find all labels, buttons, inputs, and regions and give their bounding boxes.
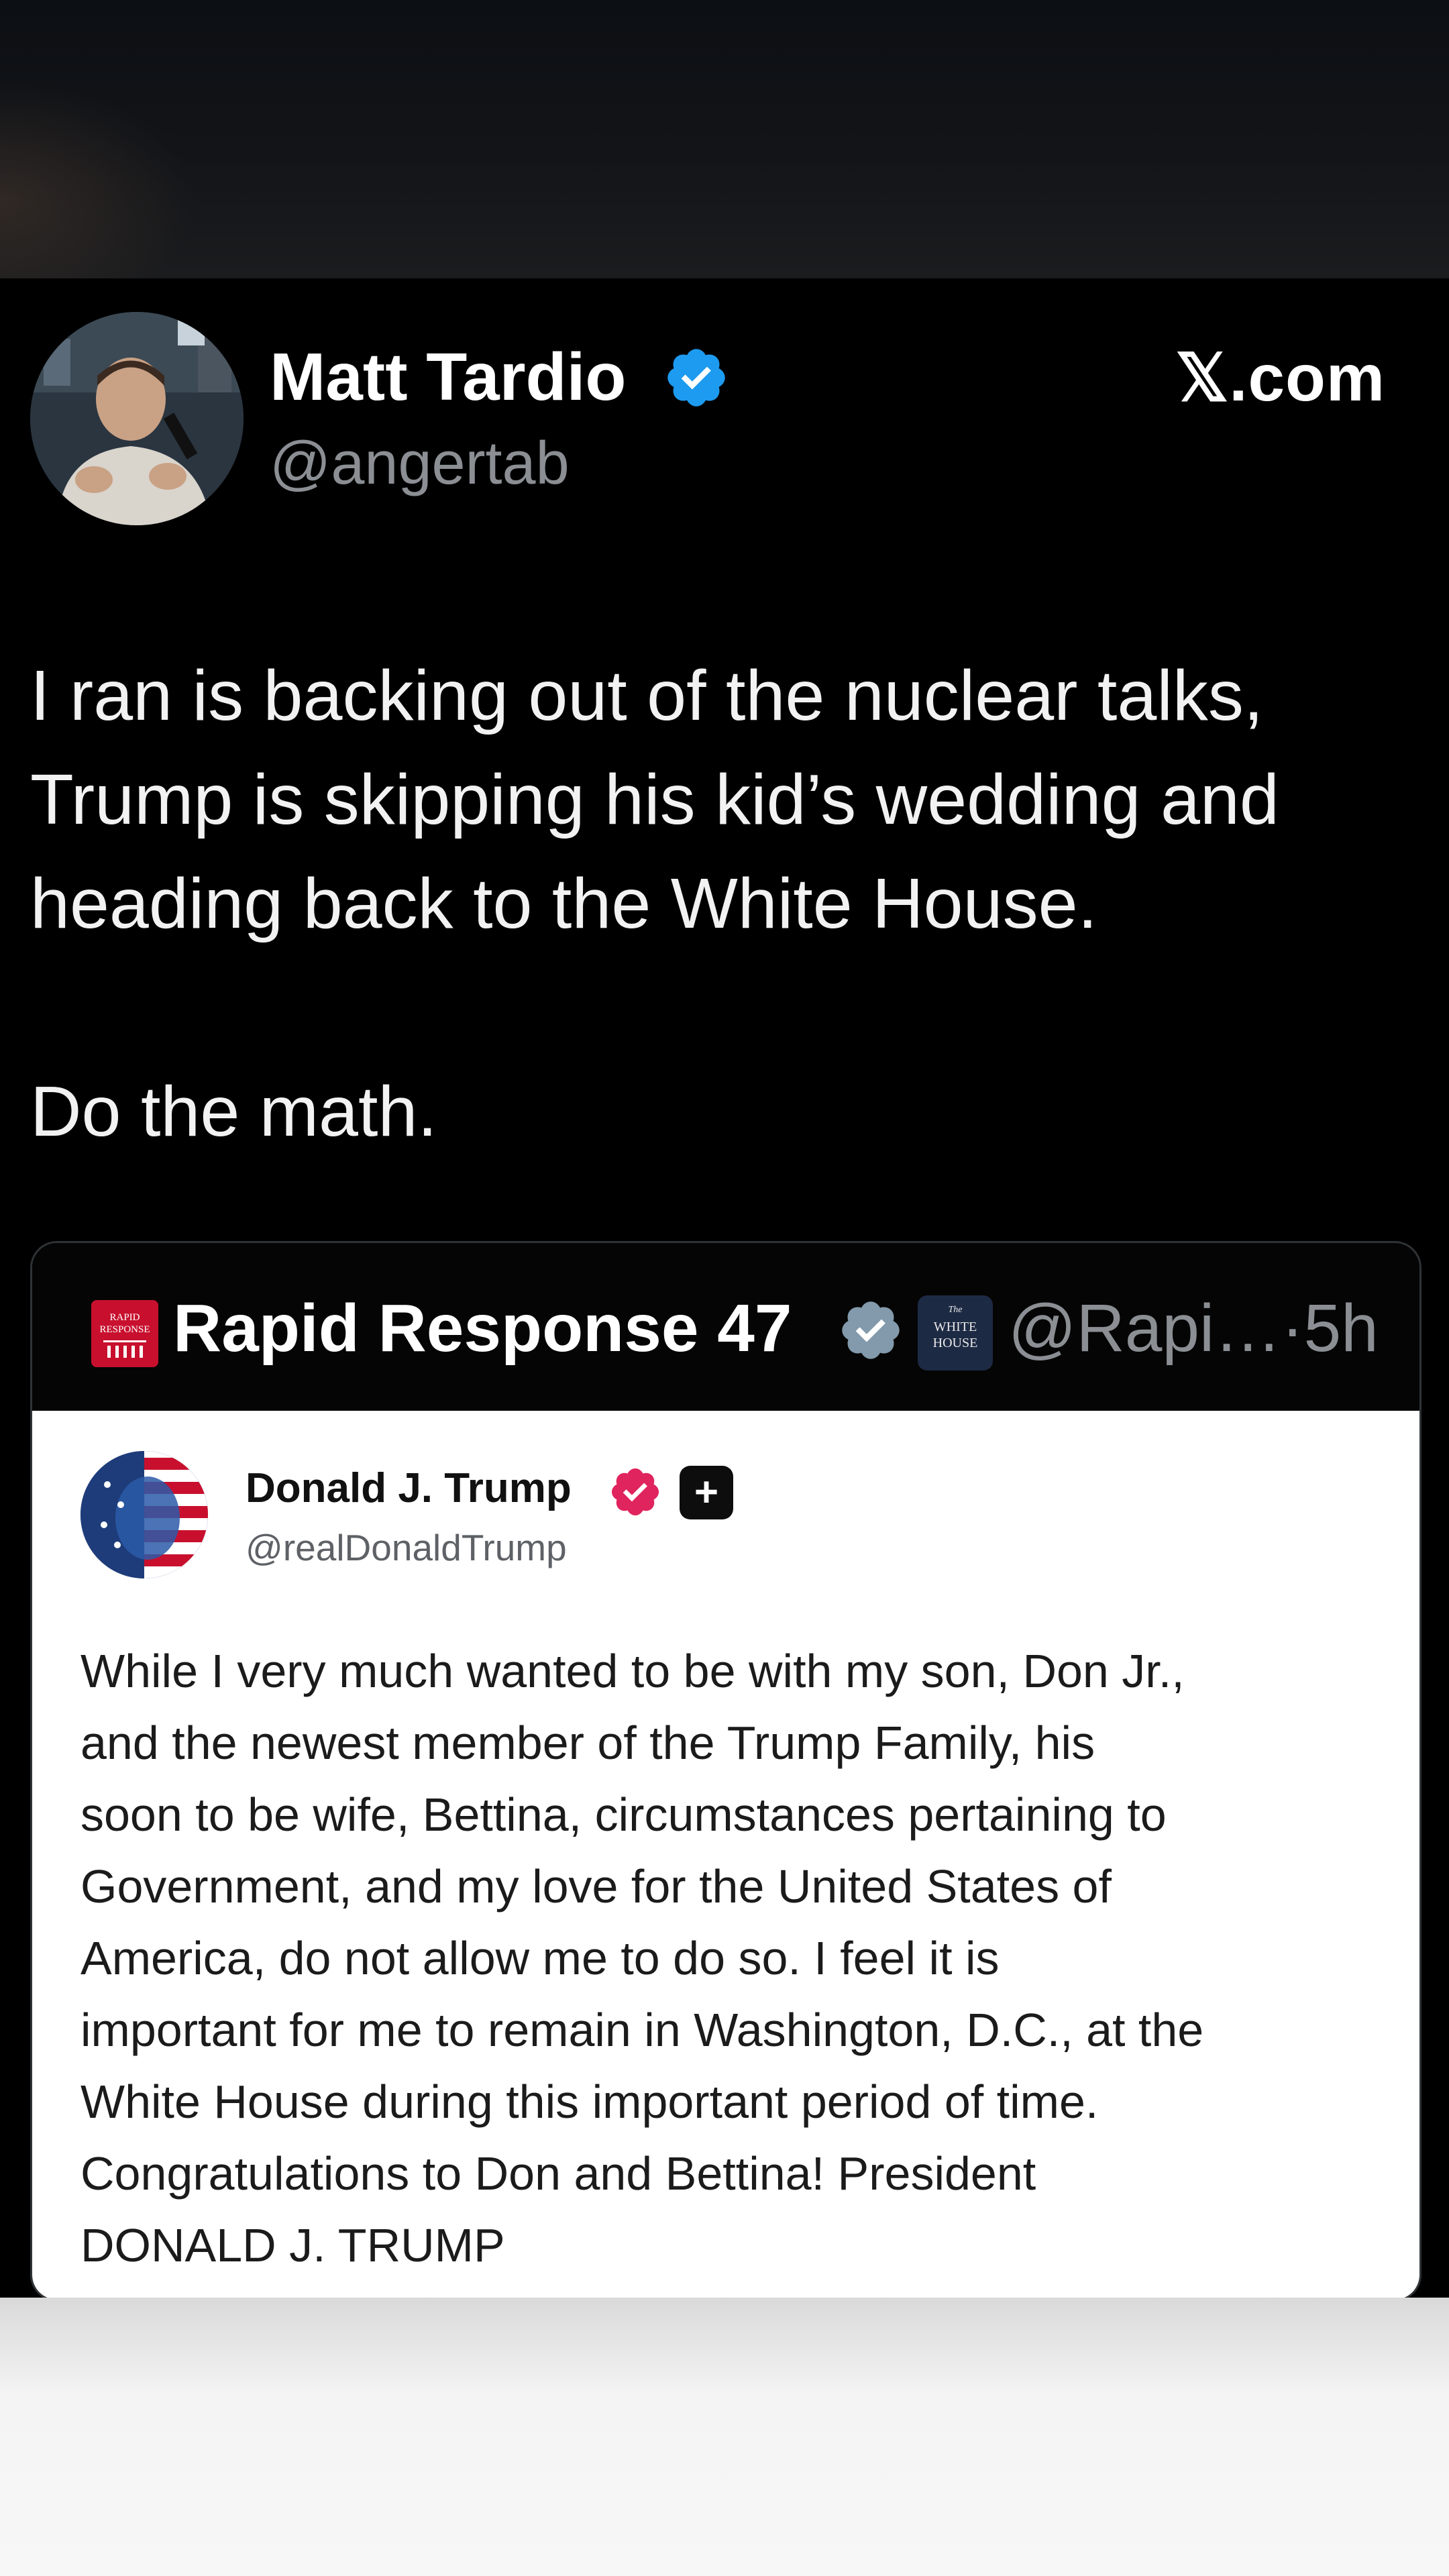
pink-verified-badge-icon: [611, 1468, 659, 1516]
flag-portrait-image: [80, 1451, 208, 1578]
tweet-text-line: heading back to the White House.: [30, 864, 1097, 943]
tweet-card: Matt Tardio @angertab 𝕏.com I ran is bac…: [0, 278, 1449, 2302]
tweet-text-line: Trump is skipping his kid’s wedding and: [30, 760, 1279, 839]
embedded-text-line: Congratulations to Don and Bettina! Pres…: [80, 2147, 1036, 2200]
rapid-response-logo-icon: RAPID RESPONSE: [91, 1300, 158, 1367]
avatar-photo: [30, 312, 244, 525]
x-com-watermark: 𝕏.com: [1175, 341, 1385, 415]
tweet-text: I ran is backing out of the nuclear talk…: [30, 644, 1419, 1164]
author-handle[interactable]: @angertab: [270, 429, 570, 498]
white-house-affiliation-icon: The WHITE HOUSE: [918, 1295, 993, 1371]
embedded-author-name: Donald J. Trump: [246, 1465, 572, 1511]
quoted-handle-and-time: @Rapi…·5h: [1008, 1291, 1379, 1366]
quoted-tweet[interactable]: RAPID RESPONSE Rapid Response 47 The WHI…: [30, 1241, 1421, 2302]
embedded-text-line: Government, and my love for the United S…: [80, 1860, 1112, 1913]
author-avatar[interactable]: [30, 312, 244, 525]
embedded-text-line: While I very much wanted to be with my s…: [80, 1645, 1185, 1697]
gray-verified-badge-icon: [842, 1301, 900, 1359]
embedded-post-text: While I very much wanted to be with my s…: [80, 1635, 1402, 2282]
verified-badge-icon: [667, 349, 725, 407]
plus-badge-icon: +: [680, 1466, 733, 1519]
embedded-text-line: and the newest member of the Trump Famil…: [80, 1717, 1095, 1769]
tweet-text-line: I ran is backing out of the nuclear talk…: [30, 656, 1264, 735]
embedded-text-line: important for me to remain in Washington…: [80, 2004, 1204, 2056]
quoted-author-name[interactable]: Rapid Response 47: [173, 1290, 792, 1367]
embedded-text-line: White House during this important period…: [80, 2076, 1099, 2128]
tweet-text-line: Do the math.: [30, 1072, 437, 1151]
embedded-text-line: America, do not allow me to do so. I fee…: [80, 1932, 1000, 1984]
quoted-tweet-header: RAPID RESPONSE Rapid Response 47 The WHI…: [32, 1243, 1419, 1411]
embedded-author-handle: @realDonaldTrump: [246, 1527, 567, 1568]
bottom-blur-area: [0, 2298, 1449, 2576]
author-name[interactable]: Matt Tardio: [270, 339, 626, 416]
blurred-video-background: [0, 0, 1449, 278]
embedded-text-line: soon to be wife, Bettina, circumstances …: [80, 1788, 1167, 1841]
truth-social-screenshot: Donald J. Trump + @realDonaldTrump While…: [32, 1411, 1419, 2300]
trump-avatar: [80, 1451, 208, 1578]
embedded-text-line: DONALD J. TRUMP: [80, 2219, 505, 2271]
